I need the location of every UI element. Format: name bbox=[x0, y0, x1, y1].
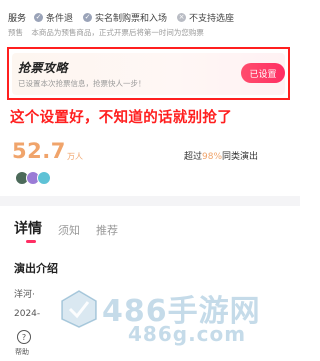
want-unit: 万人 bbox=[67, 152, 83, 161]
exceed-suffix: 同类演出 bbox=[222, 152, 259, 162]
avatar bbox=[37, 171, 51, 185]
presale-text: 本商品为预售商品，正式开票后将第一时间为您购票 bbox=[31, 28, 204, 37]
presale-row: 预售 本商品为预售商品，正式开票后将第一时间为您购票 bbox=[8, 27, 298, 39]
section-title: 演出介绍 bbox=[14, 262, 58, 275]
service-item-label: 不支持选座 bbox=[189, 13, 235, 24]
highlight-box bbox=[7, 47, 290, 100]
intro-line: 2024- bbox=[14, 309, 41, 319]
service-title: 服务 bbox=[8, 13, 27, 24]
check-circle-icon: ✓ bbox=[34, 12, 44, 22]
help-icon[interactable]: ? bbox=[17, 330, 31, 344]
check-circle-icon: ✓ bbox=[83, 12, 93, 22]
tab-notice[interactable]: 须知 bbox=[58, 222, 80, 238]
help-label[interactable]: 帮助 bbox=[15, 347, 29, 357]
avatar-group[interactable] bbox=[15, 171, 51, 185]
service-item: ✓ 条件退 bbox=[34, 11, 73, 24]
want-count: 52.7 bbox=[12, 139, 66, 163]
annotation-text: 这个设置好，不知道的话就别抢了 bbox=[10, 110, 232, 126]
watermark-url: 486g.com bbox=[128, 322, 247, 346]
section-divider bbox=[0, 196, 300, 206]
service-item-label: 条件退 bbox=[46, 13, 74, 24]
exceed-text: 超过98%同类演出 bbox=[184, 149, 258, 162]
tab-indicator bbox=[26, 240, 36, 243]
tab-bar: 详情 须知 推荐 bbox=[14, 218, 134, 238]
tab-recommend[interactable]: 推荐 bbox=[96, 222, 118, 238]
service-item: ✓ 实名制购票和入场 bbox=[83, 11, 167, 24]
service-item-label: 实名制购票和入场 bbox=[95, 13, 168, 24]
service-item: × 不支持选座 bbox=[177, 11, 234, 24]
exceed-prefix: 超过 bbox=[184, 152, 203, 162]
cross-circle-icon: × bbox=[177, 12, 187, 22]
watermark-logo-icon bbox=[61, 290, 97, 328]
exceed-percent: 98% bbox=[202, 152, 223, 162]
tab-details[interactable]: 详情 bbox=[14, 218, 42, 238]
service-row: 服务 ✓ 条件退 ✓ 实名制购票和入场 × 不支持选座 bbox=[8, 9, 298, 25]
intro-line: 洋河· bbox=[14, 290, 35, 300]
presale-label: 预售 bbox=[8, 28, 23, 37]
